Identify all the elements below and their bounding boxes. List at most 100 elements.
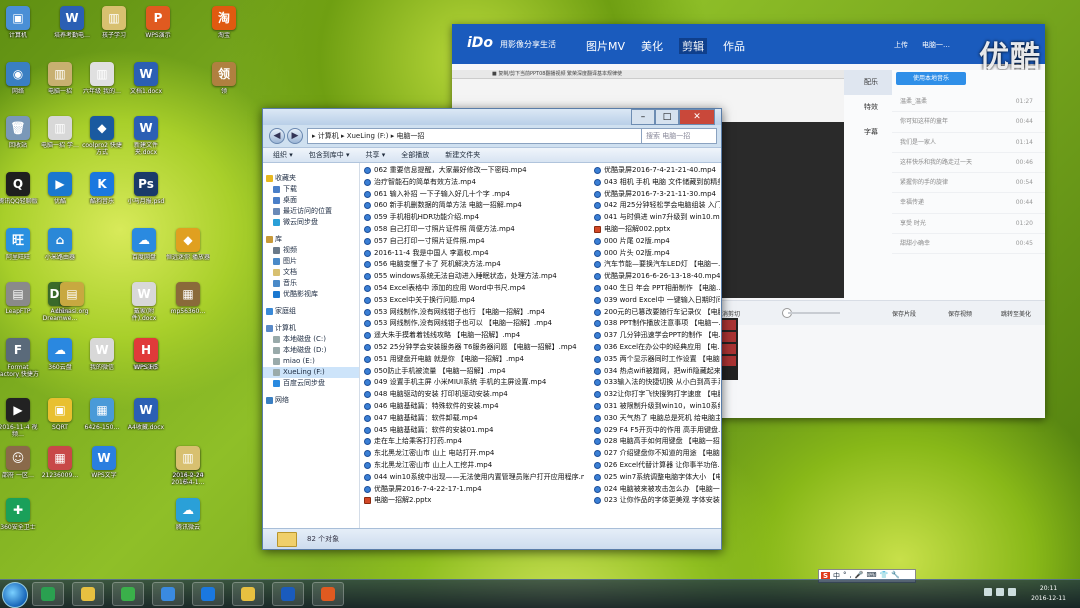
file-item[interactable]: 041 与时俱进 win7升级到 win10.mp4 <box>594 212 720 224</box>
volume-icon[interactable] <box>996 588 1004 596</box>
file-item[interactable]: 049 设置手机主屏 小米MIUI系统 手机的主屏设置.mp4 <box>364 377 584 389</box>
desktop-icon[interactable]: 领领 <box>202 62 246 95</box>
nav-item[interactable]: 视频 <box>263 245 359 256</box>
file-item[interactable]: 优酷录屏2016-6-26-13-18-40.mp4 <box>594 271 720 283</box>
nav-item[interactable]: 文档 <box>263 267 359 278</box>
song-item[interactable]: 甜甜小确幸 00:45 <box>892 234 1045 255</box>
start-button[interactable] <box>2 582 28 608</box>
file-item[interactable]: 054 Excel表格中 添加的应用 Word中书尺.mp4 <box>364 283 584 295</box>
desktop-icon[interactable]: ▶ 优酷 <box>38 172 82 205</box>
nav-item[interactable]: 下载 <box>263 184 359 195</box>
file-item[interactable]: 044 win10系统中出现——无法使用内置管理员账户打开应用程序.mp4 <box>364 472 584 484</box>
file-item[interactable]: 061 输入补招 一下子输入好几十个字 .mp4 <box>364 189 584 201</box>
taskbar-wps-p-button[interactable] <box>312 582 344 606</box>
desktop-icon[interactable]: ▥ 孩子学习 <box>92 6 136 39</box>
search-input[interactable]: 搜索 电脑一招 <box>641 128 717 144</box>
user-name[interactable]: 电脑一… <box>922 40 950 50</box>
file-item[interactable]: 053 Excel中关于换行问题.mp4 <box>364 295 584 307</box>
taskbar-youku-button[interactable] <box>192 582 224 606</box>
file-item[interactable]: 039 word Excel中 一键输入日期时间… <box>594 295 720 307</box>
toolbar-item[interactable]: 全部播放 <box>401 150 429 160</box>
side-nav-item[interactable]: 特效 <box>844 95 892 120</box>
file-item[interactable]: 023 让你作品的字体更美观 字体安装… <box>594 495 720 507</box>
song-item[interactable]: 紧握你的手的旋律 00:54 <box>892 173 1045 194</box>
file-item[interactable]: 东北黑龙江密山市 山上 电站打开.mp4 <box>364 448 584 460</box>
song-item[interactable]: 我们是一家人 01:14 <box>892 133 1045 153</box>
use-local-music-button[interactable]: 使用本地音乐 <box>896 72 966 85</box>
side-nav-item[interactable]: 配乐 <box>844 70 892 95</box>
file-item[interactable]: 028 电脑高手如何用键盘 【电脑一招解… <box>594 436 720 448</box>
desktop-icon[interactable]: ☁ 百度网盘 <box>122 228 166 261</box>
file-item[interactable]: 052 25分钟学会安装服务器 T6服务器问题 【电脑一招解】.mp4 <box>364 342 584 354</box>
file-item[interactable]: 033输入法的快捷切换 从小白到高手系… <box>594 377 720 389</box>
desktop-icon[interactable]: W A4收藏.docx <box>124 398 168 431</box>
nav-item[interactable]: 最近访问的位置 <box>263 206 359 217</box>
desktop-icon[interactable]: 淘淘宝 <box>202 6 246 39</box>
desktop-icon[interactable]: ▣ 计算机 <box>0 6 40 39</box>
nav-item[interactable]: 本地磁盘 (C:) <box>263 334 359 345</box>
desktop-icon[interactable]: ◉ 网络 <box>0 62 40 95</box>
cancel-cut-button[interactable]: 消剪切 <box>722 309 740 318</box>
desktop-icon[interactable]: Ps 小马月报.psd <box>124 172 168 205</box>
nav-item[interactable]: 音乐 <box>263 278 359 289</box>
file-item[interactable]: 东北黑龙江密山市 山上人工挖井.mp4 <box>364 460 584 472</box>
desktop-icon[interactable]: ▣ SQRT <box>38 398 82 431</box>
file-item[interactable]: 035 两个显示器同时工作设置 【电脑… <box>594 354 720 366</box>
file-item[interactable]: 电脑一招解002.pptx <box>594 224 720 236</box>
file-item[interactable]: 优酷录屏2016-7-4-22-17-1.mp4 <box>364 484 584 496</box>
close-button[interactable]: ✕ <box>679 109 715 125</box>
forward-arrow-icon[interactable]: ▶ <box>287 128 303 144</box>
nav-item[interactable]: 库 <box>263 234 359 245</box>
desktop-icon[interactable]: W WPS文字 <box>82 446 126 479</box>
file-item[interactable]: 036 Excel在办公中的经典应用 【电… <box>594 342 720 354</box>
file-item[interactable]: 000 片尾 02版.mp4 <box>594 236 720 248</box>
file-item[interactable]: 037 几分钟迅速学会PPT的制作 【电… <box>594 330 720 342</box>
address-bar[interactable]: ▸ 计算机 ▸ XueLing (F:) ▸ 电脑一招 <box>307 128 643 144</box>
desktop-icon[interactable]: W 我的微信 <box>80 338 124 371</box>
desktop-icon[interactable]: 🗑 回收站 <box>0 116 40 149</box>
desktop-icon[interactable]: ▥ 六年级 我的… <box>80 62 124 95</box>
file-item[interactable]: 034 热点wifi被蹭网，把wifi隐藏起来 【电… <box>594 366 720 378</box>
taskbar-folder-button[interactable] <box>72 582 104 606</box>
file-item[interactable]: 053 网线制作,没有网线钳子也行 【电脑一招解】.mp4 <box>364 307 584 319</box>
desktop-icon[interactable]: W 新建文件 夹.docx <box>124 116 168 156</box>
taskbar-wechat-button[interactable] <box>112 582 144 606</box>
song-item[interactable]: 你可知这样的童年 00:44 <box>892 112 1045 133</box>
maximize-button[interactable]: □ <box>655 109 679 125</box>
desktop-icon[interactable]: W 培养考勤电… <box>50 6 94 39</box>
desktop-icon[interactable]: ▥ 2016-2-24 2016-4-1… <box>166 446 210 486</box>
nav-item[interactable]: 微云同步盘 <box>263 217 359 228</box>
desktop-icon[interactable]: ▤ LeapFTP <box>0 282 40 315</box>
desktop-icon[interactable]: ⌂ 小米路由器 <box>38 228 82 261</box>
file-item[interactable]: 050防止手机被流量 【电脑一招解】.mp4 <box>364 366 584 378</box>
file-item[interactable]: 057 自己打印一寸照片证件照.mp4 <box>364 236 584 248</box>
volume-slider[interactable] <box>788 312 840 314</box>
file-item[interactable]: 电脑一招解2.pptx <box>364 495 584 507</box>
file-item[interactable]: 059 手机相机HDR功能介绍.mp4 <box>364 212 584 224</box>
file-item[interactable]: 045 电脑基础篇：软件的安装01.mp4 <box>364 425 584 437</box>
taskbar-wifi-button[interactable] <box>152 582 184 606</box>
desktop-icon[interactable]: F Format Factory 快捷方式 <box>0 338 40 378</box>
network-icon[interactable] <box>984 588 992 596</box>
desktop-icon[interactable]: ☁ 360云盘 <box>38 338 82 371</box>
file-item[interactable]: 040 生日 年会 PPT相册制作 【电脑… <box>594 283 720 295</box>
desktop-icon[interactable]: ▦ 6426-150… <box>80 398 124 431</box>
minimize-button[interactable]: – <box>631 109 655 125</box>
tab-3[interactable]: 作品 <box>723 38 745 54</box>
desktop-icon[interactable]: ▦ mp56360… <box>166 282 210 315</box>
desktop-icon[interactable]: ▶ 2016-11-4 视频… <box>0 398 40 438</box>
toolbar-item[interactable]: 新建文件夹 <box>445 150 480 160</box>
tab-0[interactable]: 图片MV <box>586 38 625 54</box>
nav-item[interactable]: 桌面 <box>263 195 359 206</box>
desktop-icon[interactable]: ✚ 360安全卫士 <box>0 498 40 531</box>
song-item[interactable]: 幸福传递 00:44 <box>892 193 1045 214</box>
taskbar-explorer-button[interactable] <box>232 582 264 606</box>
file-item[interactable]: 032让你打字飞快搜狗打字速度 【电脑… <box>594 389 720 401</box>
taskbar-ido-button[interactable] <box>272 582 304 606</box>
desktop-icon[interactable]: ◆ coolpro2 快捷方式 <box>80 116 124 156</box>
toolbar-item[interactable]: 共享 ▾ <box>366 150 386 160</box>
upload-link[interactable]: 上传 <box>894 40 908 50</box>
flag-icon[interactable] <box>1008 588 1016 596</box>
clock[interactable]: 20:11 2016-12-11 <box>1031 584 1066 604</box>
nav-item[interactable]: 收藏夹 <box>263 173 359 184</box>
